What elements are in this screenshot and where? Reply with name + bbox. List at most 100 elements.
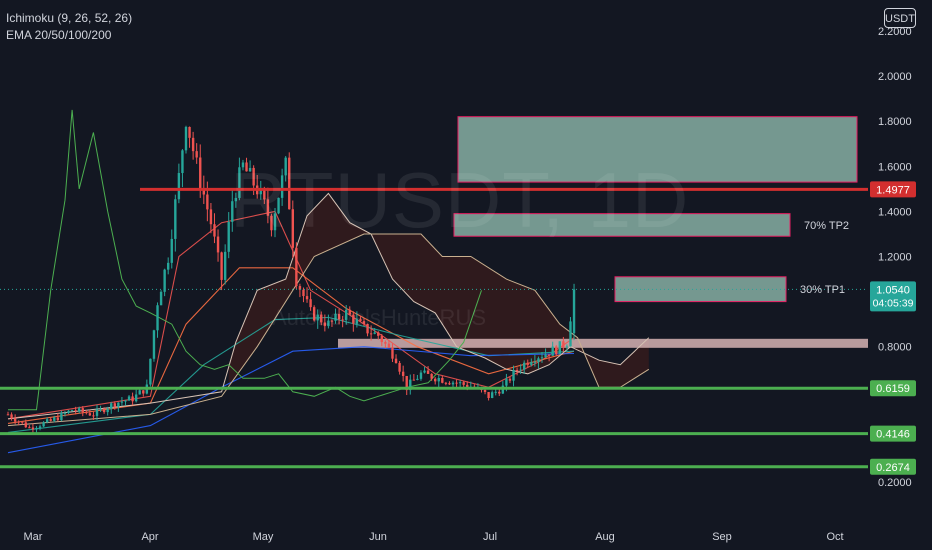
candle-down [483,389,487,393]
candle-down [444,382,448,384]
candle-up [45,419,49,423]
price-label-value: 0.4146 [876,429,910,441]
candle-down [394,358,398,364]
candle-down [17,421,20,423]
candle-up [451,382,455,385]
ichimoku-legend[interactable]: Ichimoku (9, 26, 52, 26) [6,10,132,27]
candle-down [302,289,305,297]
time-tick-label: May [253,531,274,543]
candle-up [152,330,156,359]
candle-down [498,391,501,394]
candle-up [437,377,440,382]
candle-up [124,400,127,402]
candle-up [572,289,576,334]
indicator-legend: Ichimoku (9, 26, 52, 26) EMA 20/50/100/2… [6,10,132,44]
candle-down [191,137,195,152]
candle-up [67,410,70,413]
candle-up [156,305,159,331]
time-tick-label: Jul [483,531,497,543]
target-zone-label: 30% TP1 [800,284,845,296]
candle-down [391,347,394,359]
price-label-value: 0.2674 [876,462,910,474]
candle-down [398,363,401,372]
price-label-value: 1.0540 [876,284,910,296]
symbol-watermark: RTUSDT, 1D [230,156,690,244]
price-tick-label: 1.6000 [878,161,912,173]
candle-up [458,382,462,384]
candle-up [530,362,533,365]
price-label-value: 1.4977 [876,184,910,196]
candle-down [49,419,52,421]
candle-up [95,409,99,416]
currency-button[interactable]: USDT [884,8,916,28]
time-tick-label: Mar [24,531,43,543]
price-tick-label: 1.4000 [878,206,912,218]
candle-up [117,402,120,407]
target-zone-label: 70% TP2 [804,220,849,232]
price-label-value: 0.6159 [876,383,910,395]
candle-up [223,251,227,280]
candle-up [537,358,540,362]
candle-up [490,392,494,399]
candle-up [373,332,376,334]
candle-down [199,157,202,189]
candle-up [177,173,181,200]
candle-down [21,421,24,423]
candle-down [206,194,209,210]
candle-down [88,413,92,416]
time-axis: Mar Apr May Jun Jul Aug Sep Oct [24,531,844,543]
candle-down [441,377,444,383]
candle-up [181,150,184,174]
candle-up [163,269,166,292]
candle-down [526,362,529,365]
candle-down [31,427,35,430]
ema-legend[interactable]: EMA 20/50/100/200 [6,27,132,44]
candle-down [209,209,213,225]
candle-down [10,414,13,419]
candle-down [13,418,17,422]
candle-down [547,354,551,356]
candle-up [42,422,45,427]
candle-down [412,379,416,381]
candle-up [99,408,102,410]
candle-up [110,403,113,409]
candle-down [213,224,216,237]
candle-up [149,358,152,385]
time-tick-label: Jun [369,531,387,543]
candle-up [138,390,141,395]
candle-up [519,369,522,371]
candle-up [53,417,56,421]
candle-down [487,392,490,399]
candle-up [569,321,572,347]
candle-down [377,332,380,336]
candle-down [56,417,60,421]
candle-down [380,335,383,343]
price-chart[interactable]: 70% TP230% TP1 2.20002.00001.80001.60001… [0,0,932,550]
candle-down [387,343,391,348]
author-watermark: AutoLevelsHunteRUS [272,305,487,330]
candle-down [555,346,558,355]
candle-up [134,394,138,402]
price-tick-label: 0.8000 [878,342,912,354]
candle-up [184,126,188,151]
time-tick-label: Apr [141,531,158,543]
candle-down [131,396,134,402]
candle-down [384,342,387,344]
candle-up [167,262,170,270]
candle-down [85,412,88,414]
candle-down [401,371,405,376]
price-axis: 2.20002.00001.80001.60001.40001.20000.80… [878,26,912,489]
candle-down [216,236,220,253]
candle-down [508,378,512,381]
candle-up [106,408,109,413]
candle-down [426,370,430,374]
candle-down [92,415,95,417]
candle-down [562,341,565,348]
candle-up [127,396,131,401]
candle-up [423,370,426,373]
candle-up [544,354,547,358]
candle-down [515,370,519,372]
candle-down [455,382,458,384]
candle-up [505,378,508,386]
candle-up [523,362,526,370]
